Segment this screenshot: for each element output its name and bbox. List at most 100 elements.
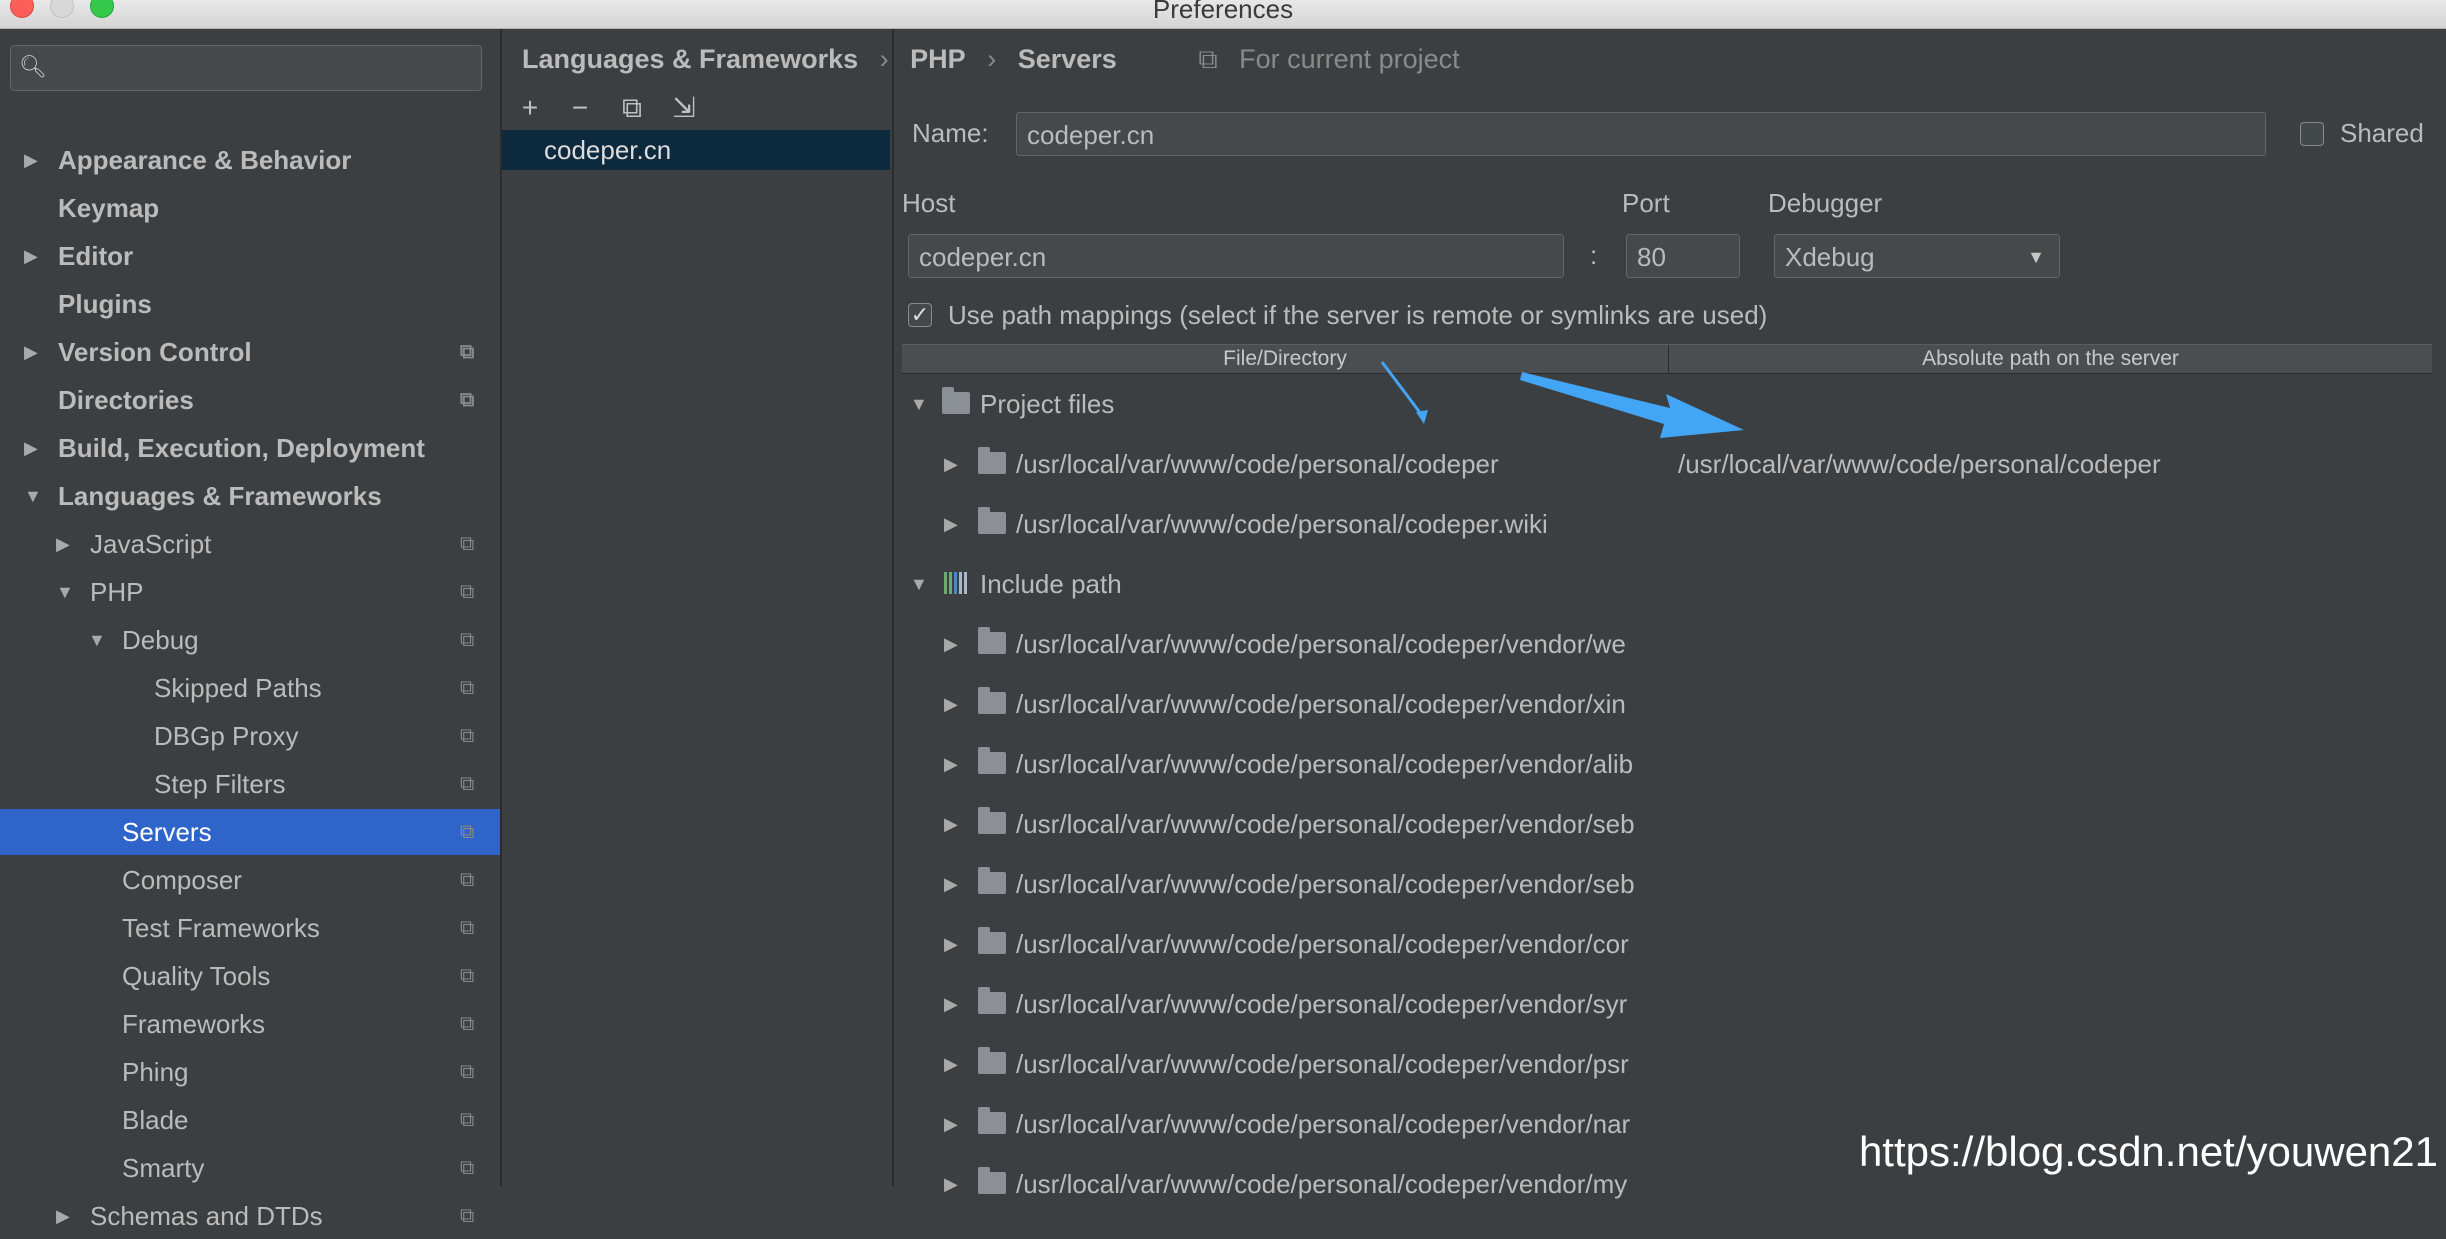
sidebar-item[interactable]: Blade ⧉ xyxy=(0,1097,500,1143)
path-mappings-checkbox[interactable]: ✓ xyxy=(908,303,932,327)
sidebar-item[interactable]: Composer ⧉ xyxy=(0,857,500,903)
sidebar-item[interactable]: ▶ Schemas and DTDs ⧉ xyxy=(0,1193,500,1239)
sidebar-item[interactable]: ▼ Languages & Frameworks xyxy=(0,473,500,519)
sidebar-item[interactable]: Servers ⧉ xyxy=(0,809,500,855)
mapping-row[interactable]: ▶ /usr/local/var/www/code/personal/codepe… xyxy=(902,1034,2432,1094)
project-scope-icon: ⧉ xyxy=(460,773,475,795)
breadcrumb-separator: › xyxy=(879,44,889,74)
chevron-right-icon[interactable]: ▶ xyxy=(944,914,958,974)
mapping-local-path: /usr/local/var/www/code/personal/codeper… xyxy=(1016,929,1629,959)
chevron-right-icon[interactable]: ▶ xyxy=(944,614,958,674)
mapping-row[interactable]: ▶ /usr/local/var/www/code/personal/codepe… xyxy=(902,914,2432,974)
sidebar-item-label: Debug xyxy=(122,625,199,655)
sidebar-item[interactable]: Directories ⧉ xyxy=(0,377,500,423)
folder-icon xyxy=(942,387,970,414)
chevron-right-icon[interactable]: ▶ xyxy=(24,329,38,375)
sidebar-item[interactable]: Step Filters ⧉ xyxy=(0,761,500,807)
sidebar-item[interactable]: DBGp Proxy ⧉ xyxy=(0,713,500,759)
search-input[interactable]: 🔍︎ xyxy=(10,45,482,91)
folder-icon xyxy=(978,447,1006,474)
chevron-right-icon[interactable]: ▶ xyxy=(944,974,958,1034)
project-scope-icon: ⧉ xyxy=(460,629,475,651)
sidebar-item[interactable]: ▶ Version Control ⧉ xyxy=(0,329,500,375)
project-scope-icon: ⧉ xyxy=(460,1205,475,1227)
shared-checkbox[interactable] xyxy=(2300,122,2324,146)
import-server-button[interactable]: ⇲ xyxy=(664,88,704,128)
breadcrumb-languages: Languages & Frameworks xyxy=(522,44,859,74)
sidebar-item[interactable]: ▼ Debug ⧉ xyxy=(0,617,500,663)
chevron-right-icon[interactable]: ▶ xyxy=(944,854,958,914)
sidebar-item-label: Frameworks xyxy=(122,1009,266,1039)
chevron-down-icon[interactable]: ▼ xyxy=(56,569,74,615)
breadcrumb-separator: › xyxy=(987,44,997,74)
sidebar-item[interactable]: Smarty ⧉ xyxy=(0,1145,500,1191)
chevron-right-icon[interactable]: ▶ xyxy=(944,1034,958,1094)
sidebar-item[interactable]: Quality Tools ⧉ xyxy=(0,953,500,999)
mapping-row[interactable]: ▶ /usr/local/var/www/code/personal/codepe… xyxy=(902,674,2432,734)
sidebar-item[interactable]: ▶ Appearance & Behavior xyxy=(0,137,500,183)
mapping-local-path: /usr/local/var/www/code/personal/codeper… xyxy=(1016,809,1635,839)
project-scope-icon: ⧉ xyxy=(460,725,475,747)
sidebar-item[interactable]: ▶ Build, Execution, Deployment xyxy=(0,425,500,471)
port-field[interactable]: 80 xyxy=(1626,234,1740,278)
sidebar-item[interactable]: Test Frameworks ⧉ xyxy=(0,905,500,951)
window-title: Preferences xyxy=(1152,0,1294,24)
mapping-row[interactable]: ▶ /usr/local/var/www/code/personal/codepe… xyxy=(902,854,2432,914)
mapping-row[interactable]: ▶ /usr/local/var/www/code/personal/codepe… xyxy=(902,494,2432,554)
project-scope-icon: ⧉ xyxy=(460,1109,475,1131)
chevron-right-icon[interactable]: ▶ xyxy=(24,425,38,471)
sidebar-item[interactable]: Phing ⧉ xyxy=(0,1049,500,1095)
chevron-right-icon[interactable]: ▶ xyxy=(944,1094,958,1154)
project-scope-icon: ⧉ xyxy=(460,917,475,939)
folder-icon xyxy=(978,867,1006,894)
sidebar-item[interactable]: Plugins xyxy=(0,281,500,327)
sidebar-item[interactable]: Keymap xyxy=(0,185,500,231)
folder-icon xyxy=(978,1167,1006,1194)
column-server-path[interactable]: Absolute path on the server xyxy=(1669,345,2432,373)
chevron-down-icon[interactable]: ▼ xyxy=(910,554,928,614)
breadcrumb: Languages & Frameworks › PHP › Servers ⧉… xyxy=(522,44,1488,84)
chevron-right-icon[interactable]: ▶ xyxy=(56,1193,70,1239)
chevron-right-icon[interactable]: ▶ xyxy=(944,434,958,494)
copy-server-button[interactable]: ⧉ xyxy=(612,88,652,128)
sidebar-item-label: Plugins xyxy=(58,289,152,319)
sidebar-item[interactable]: ▼ PHP ⧉ xyxy=(0,569,500,615)
mapping-row[interactable]: ▶ /usr/local/var/www/code/personal/codepe… xyxy=(902,614,2432,674)
chevron-right-icon[interactable]: ▶ xyxy=(944,1154,958,1214)
chevron-right-icon[interactable]: ▶ xyxy=(944,494,958,554)
chevron-right-icon[interactable]: ▶ xyxy=(944,674,958,734)
sidebar-item-label: Quality Tools xyxy=(122,961,271,991)
mapping-row[interactable]: ▶ /usr/local/var/www/code/personal/codepe… xyxy=(902,734,2432,794)
sidebar-item[interactable]: Frameworks ⧉ xyxy=(0,1001,500,1047)
chevron-down-icon[interactable]: ▼ xyxy=(910,374,928,434)
checkmark-icon: ✓ xyxy=(910,302,930,327)
mapping-row[interactable]: ▶ /usr/local/var/www/code/personal/codepe… xyxy=(902,794,2432,854)
chevron-right-icon[interactable]: ▶ xyxy=(56,521,70,567)
chevron-right-icon[interactable]: ▶ xyxy=(24,233,38,279)
project-scope-icon: ⧉ xyxy=(460,389,475,411)
folder-icon xyxy=(978,747,1006,774)
project-scope-icon: ⧉ xyxy=(460,869,475,891)
remove-server-button[interactable]: − xyxy=(560,88,600,128)
sidebar-item[interactable]: ▶ Editor xyxy=(0,233,500,279)
mapping-local-path: /usr/local/var/www/code/personal/codeper… xyxy=(1016,1109,1631,1139)
scope-text: For current project xyxy=(1239,44,1460,74)
mapping-row[interactable]: ▶ /usr/local/var/www/code/personal/codepe… xyxy=(902,974,2432,1034)
host-field[interactable]: codeper.cn xyxy=(908,234,1564,278)
chevron-down-icon[interactable]: ▼ xyxy=(88,617,106,663)
sidebar-item[interactable]: ▶ JavaScript ⧉ xyxy=(0,521,500,567)
debugger-select[interactable]: Xdebug ▼ xyxy=(1774,234,2060,278)
folder-icon xyxy=(978,927,1006,954)
chevron-right-icon[interactable]: ▶ xyxy=(944,794,958,854)
server-list-item[interactable]: codeper.cn xyxy=(502,130,890,170)
folder-icon xyxy=(978,1047,1006,1074)
sidebar-item-label: Step Filters xyxy=(154,769,286,799)
mapping-group-row[interactable]: ▼ Include path xyxy=(902,554,2432,614)
sidebar-item-label: Blade xyxy=(122,1105,189,1135)
add-server-button[interactable]: + xyxy=(510,88,550,128)
sidebar-item[interactable]: Skipped Paths ⧉ xyxy=(0,665,500,711)
chevron-right-icon[interactable]: ▶ xyxy=(24,137,38,183)
name-field[interactable]: codeper.cn xyxy=(1016,112,2266,156)
chevron-right-icon[interactable]: ▶ xyxy=(944,734,958,794)
chevron-down-icon[interactable]: ▼ xyxy=(24,473,42,519)
